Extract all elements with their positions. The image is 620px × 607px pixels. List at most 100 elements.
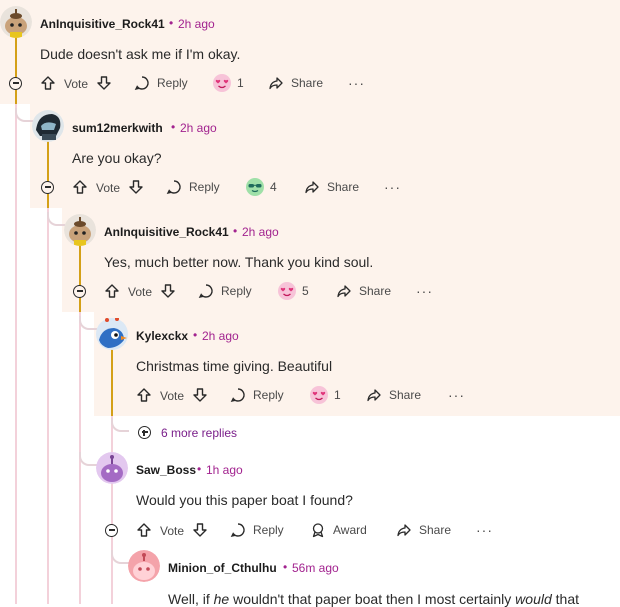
comment-separator: • [193, 328, 198, 342]
comment-separator: • [233, 224, 238, 238]
share-button[interactable]: Share [396, 522, 451, 538]
snoo-pink-avatar[interactable] [128, 550, 160, 582]
reply-icon [230, 523, 245, 538]
comment-separator: • [169, 16, 174, 30]
award-button[interactable]: Award [310, 522, 367, 538]
downvote-button[interactable] [192, 522, 208, 538]
collapse-thread-button[interactable] [41, 181, 54, 194]
reaction-count: 1 [237, 76, 244, 90]
comment-body: Christmas time giving. Beautiful [136, 358, 333, 374]
comment-timestamp[interactable]: 2h ago [180, 121, 217, 135]
snoo-acorn-avatar[interactable] [64, 214, 96, 246]
thread-line-1[interactable] [15, 96, 17, 604]
downvote-button[interactable] [192, 387, 208, 403]
reaction-count: 4 [270, 180, 277, 194]
share-icon [269, 77, 283, 90]
thread-connector [47, 212, 65, 226]
share-label: Share [291, 76, 324, 90]
comment-body: Would you this paper boat I found? [136, 492, 353, 508]
comment-author[interactable]: sum12merkwith [72, 121, 163, 135]
comment-timestamp[interactable]: 2h ago [178, 17, 215, 31]
vote-count: Vote [128, 285, 153, 299]
snoo-acorn-avatar[interactable] [0, 6, 32, 38]
reply-label: Reply [157, 76, 188, 90]
upvote-icon [137, 523, 151, 537]
downvote-icon [193, 523, 207, 537]
reply-label: Reply [253, 388, 284, 402]
snoo-purple-avatar[interactable] [96, 452, 128, 484]
thread-line-2[interactable] [47, 200, 49, 604]
upvote-button[interactable] [136, 522, 152, 538]
share-icon [367, 389, 381, 402]
more-replies-link[interactable]: 6 more replies [161, 426, 237, 440]
more-options-button[interactable]: ··· [476, 522, 493, 538]
downvote-button[interactable] [96, 75, 112, 91]
reaction-count: 5 [302, 284, 309, 298]
reaction-button[interactable]: 1 [212, 73, 244, 93]
collapse-thread-button[interactable] [73, 285, 86, 298]
share-label: Share [419, 523, 452, 537]
upvote-button[interactable] [40, 75, 56, 91]
award-label: Award [333, 523, 367, 537]
share-button[interactable]: Share [336, 283, 391, 299]
reply-button[interactable]: Reply [134, 75, 188, 91]
downvote-button[interactable] [128, 179, 144, 195]
more-options-button[interactable]: ··· [448, 387, 465, 403]
reply-button[interactable]: Reply [166, 179, 220, 195]
comment-timestamp[interactable]: 2h ago [202, 329, 239, 343]
downvote-icon [193, 388, 207, 402]
share-button[interactable]: Share [366, 387, 421, 403]
heart-eyes-emoji-icon [278, 282, 296, 300]
comment-timestamp[interactable]: 2h ago [242, 225, 279, 239]
vote-count: Vote [160, 524, 185, 538]
comment-body: Are you okay? [72, 150, 162, 166]
reply-button[interactable]: Reply [230, 387, 284, 403]
reply-button[interactable]: Reply [230, 522, 284, 538]
reply-label: Reply [221, 284, 252, 298]
snoo-helmet-avatar[interactable] [32, 110, 64, 142]
snoo-bird-avatar[interactable] [96, 317, 128, 350]
comment-author[interactable]: Saw_Boss [136, 463, 196, 477]
upvote-button[interactable] [136, 387, 152, 403]
downvote-icon [97, 76, 111, 90]
comment-author[interactable]: AnInquisitive_Rock41 [104, 225, 229, 239]
award-icon [312, 523, 324, 538]
comment-timestamp[interactable]: 1h ago [206, 463, 243, 477]
upvote-button[interactable] [104, 283, 120, 299]
heart-eyes-emoji-icon [213, 74, 231, 92]
upvote-icon [41, 76, 55, 90]
reply-icon [134, 76, 149, 91]
collapse-thread-button[interactable] [105, 524, 118, 537]
reply-label: Reply [189, 180, 220, 194]
thread-connector [15, 108, 33, 122]
comment-author[interactable]: AnInquisitive_Rock41 [40, 17, 165, 31]
expand-more-replies-icon[interactable] [138, 426, 151, 439]
reply-button[interactable]: Reply [198, 283, 252, 299]
reaction-button[interactable]: 4 [245, 177, 277, 197]
vote-count: Vote [160, 389, 185, 403]
upvote-icon [73, 180, 87, 194]
comment-timestamp[interactable]: 56m ago [292, 561, 339, 575]
sunglasses-emoji-icon [246, 178, 264, 196]
share-icon [337, 285, 351, 298]
reaction-button[interactable]: 1 [309, 385, 341, 405]
comment-author[interactable]: Minion_of_Cthulhu [168, 561, 277, 575]
upvote-button[interactable] [72, 179, 88, 195]
reply-icon [166, 180, 181, 195]
downvote-button[interactable] [160, 283, 176, 299]
share-label: Share [327, 180, 360, 194]
collapse-thread-button[interactable] [9, 77, 22, 90]
comment-separator: • [171, 120, 176, 134]
share-button[interactable]: Share [268, 75, 323, 91]
more-options-button[interactable]: ··· [416, 283, 433, 299]
comment-body: Dude doesn't ask me if I'm okay. [40, 46, 241, 62]
reaction-count: 1 [334, 388, 341, 402]
more-options-button[interactable]: ··· [348, 75, 365, 91]
share-button[interactable]: Share [304, 179, 359, 195]
comment-author[interactable]: Kylexckx [136, 329, 188, 343]
comment-separator: • [197, 462, 202, 476]
thread-connector [79, 452, 97, 466]
more-options-button[interactable]: ··· [384, 179, 401, 195]
reaction-button[interactable]: 5 [277, 281, 309, 301]
downvote-icon [161, 284, 175, 298]
